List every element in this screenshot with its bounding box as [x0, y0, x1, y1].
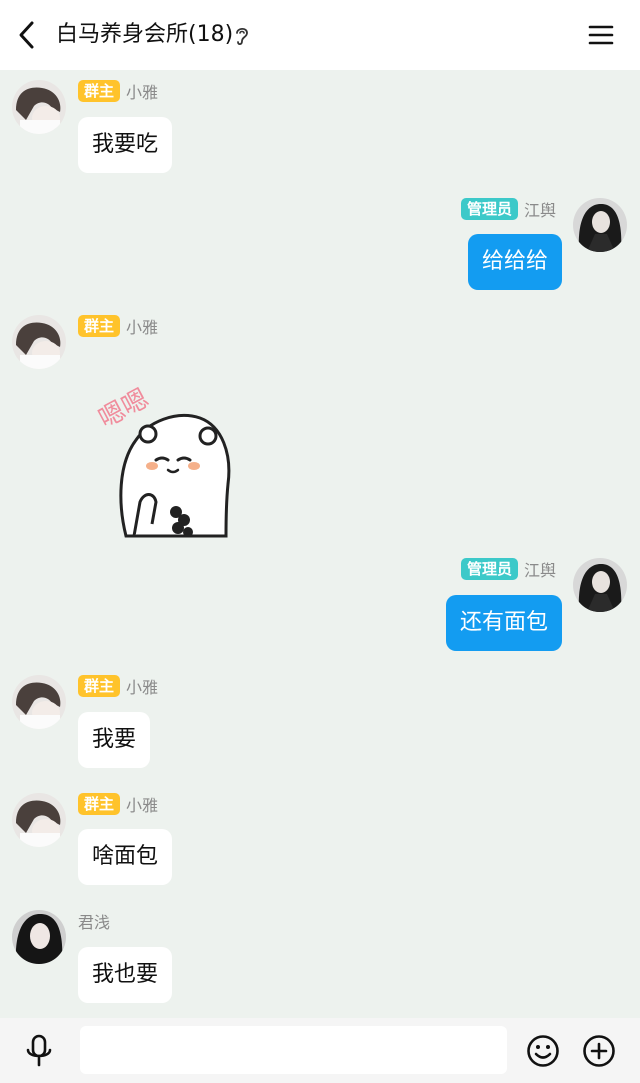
sender-name: 江舆: [523, 201, 556, 220]
sender-name: 小雅: [126, 318, 159, 337]
sender-meta: 群主 小雅: [78, 80, 158, 102]
back-chevron-icon[interactable]: [12, 17, 44, 53]
bear-sticker[interactable]: 嗯嗯: [96, 374, 236, 538]
top-bar: 白马养身会所(18): [0, 0, 640, 70]
message-input[interactable]: [80, 1026, 507, 1074]
admin-badge: 管理员: [460, 558, 518, 580]
ear-icon: [236, 27, 248, 46]
sender-meta: 管理员 江舆: [460, 198, 556, 220]
owner-badge: 群主: [78, 315, 121, 337]
sender-name: 君浅: [78, 913, 111, 932]
sender-meta: 群主 小雅: [78, 675, 158, 697]
avatar[interactable]: [12, 315, 66, 369]
hamburger-menu-icon[interactable]: [586, 20, 616, 50]
sender-meta: 群主 小雅: [78, 315, 158, 337]
sender-meta: 管理员 江舆: [460, 558, 556, 580]
message-bubble[interactable]: 我要吃: [78, 117, 173, 173]
sender-name: 江舆: [523, 561, 556, 580]
smiley-icon[interactable]: [526, 1034, 560, 1068]
avatar[interactable]: [12, 793, 66, 847]
avatar[interactable]: [573, 558, 627, 612]
avatar[interactable]: [12, 910, 66, 964]
admin-badge: 管理员: [460, 198, 518, 220]
sender-name: 小雅: [126, 796, 159, 815]
message-bubble[interactable]: 我也要: [78, 947, 173, 1003]
owner-badge: 群主: [78, 675, 121, 697]
plus-circle-icon[interactable]: [582, 1034, 616, 1068]
sender-meta: 群主 小雅: [78, 793, 158, 815]
sender-name: 小雅: [126, 83, 159, 102]
owner-badge: 群主: [78, 80, 121, 102]
message-bubble[interactable]: 还有面包: [445, 595, 562, 651]
message-bubble[interactable]: 啥面包: [78, 829, 173, 885]
chat-title: 白马养身会所(18): [56, 22, 234, 47]
sender-meta: 君浅: [78, 910, 110, 932]
avatar[interactable]: [12, 80, 66, 134]
avatar[interactable]: [573, 198, 627, 252]
owner-badge: 群主: [78, 793, 121, 815]
message-bubble[interactable]: 给给给: [467, 234, 562, 290]
message-bubble[interactable]: 我要: [78, 712, 151, 768]
microphone-icon[interactable]: [24, 1034, 54, 1068]
sender-name: 小雅: [126, 678, 159, 697]
avatar[interactable]: [12, 675, 66, 729]
